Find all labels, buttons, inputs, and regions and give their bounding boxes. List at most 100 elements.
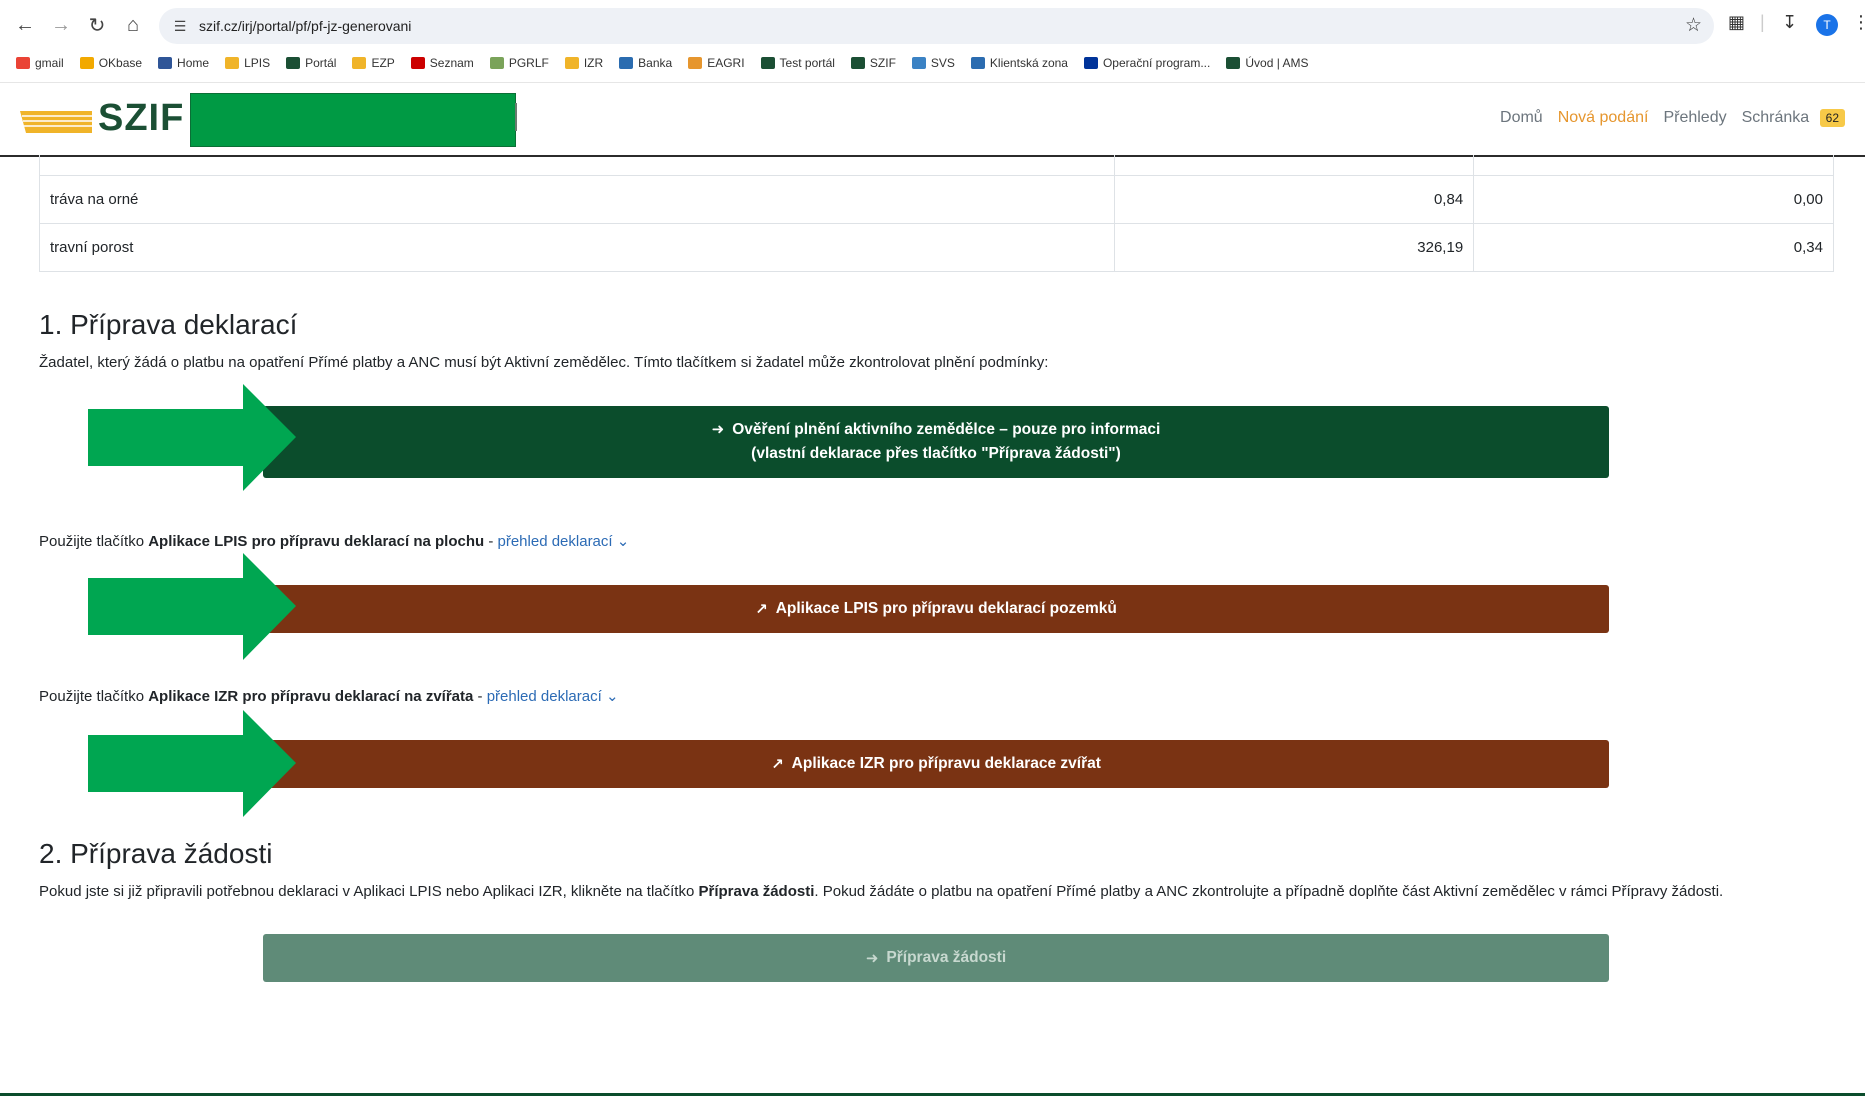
application-instruction-bold: Příprava žádosti [698,883,815,900]
izr-button-label: Aplikace IZR pro přípravu deklarace zvíř… [791,755,1101,772]
bookmark-star-icon[interactable]: ☆ [1685,14,1702,37]
arrow-pointer-icon [88,553,296,660]
table-row: tráva na orné 0,84 0,00 [38,175,1834,224]
inbox-count-badge: 62 [1819,109,1845,127]
extensions-icon[interactable]: ▦ [1728,12,1745,33]
back-icon[interactable]: ← [10,10,40,40]
menu-item-home[interactable]: Domů [1500,109,1543,127]
bookmark-label: gmail [35,56,64,70]
table-row: travní porost 326,19 0,34 [38,223,1834,272]
bookmark-item[interactable]: IZR [564,56,604,70]
lpis-instruction-text: Použijte tlačítko [39,533,149,550]
sign-in-icon: ➜ [711,421,725,438]
chevron-down-icon: ⌄ [605,688,619,705]
lpis-overview-link[interactable]: přehled deklarací ⌄ [498,533,630,550]
menu-item-inbox[interactable]: Schránka 62 [1742,109,1845,127]
bookmark-item[interactable]: Home [158,56,209,70]
bookmark-label: Banka [638,56,673,70]
bookmark-favicon-icon [970,57,985,69]
bookmark-label: Test portál [779,56,835,70]
bookmark-item[interactable]: Portál [286,56,336,70]
application-instruction: Pokud jste si již připravili potřebnou d… [39,883,1723,900]
lpis-button-label: Aplikace LPIS pro přípravu deklarací poz… [775,600,1117,617]
menu-item-overviews[interactable]: Přehledy [1663,109,1726,127]
bookmark-favicon-icon [158,57,173,69]
logo-text[interactable]: SZIF [98,97,184,140]
bookmark-item[interactable]: gmail [16,56,64,70]
inbox-label: Schránka [1741,109,1810,126]
section-title-application: 2. Příprava žádosti [39,838,273,869]
izr-overview-link[interactable]: přehled deklarací ⌄ [487,688,619,705]
bookmark-item[interactable]: OKbase [79,56,143,70]
url-text: szif.cz/irj/portal/pf/pf-jz-generovani [199,18,412,34]
izr-app-button[interactable]: ↗ Aplikace IZR pro přípravu deklarace zví… [263,740,1609,788]
verify-button-line1: Ověření plnění aktivního zemědělce – pou… [732,421,1161,438]
bookmark-item[interactable]: PGRLF [489,56,549,70]
chevron-down-icon: ⌄ [616,533,630,550]
profile-avatar[interactable]: T [1816,14,1838,36]
bookmark-favicon-icon [760,57,775,69]
bookmark-item[interactable]: SVS [911,56,955,70]
bookmark-favicon-icon [352,57,367,69]
bookmark-item[interactable]: LPIS [225,56,270,70]
bookmark-label: EZP [371,56,395,70]
bookmark-favicon-icon [489,57,504,69]
bookmark-item[interactable]: EAGRI [688,56,745,70]
bookmark-label: PGRLF [508,56,549,70]
bookmark-favicon-icon [911,57,926,69]
bookmark-favicon-icon [850,57,865,69]
home-icon[interactable]: ⌂ [118,10,148,40]
separator: - [473,688,487,705]
download-icon[interactable]: ↧ [1782,12,1797,33]
bookmark-favicon-icon [286,57,301,69]
lpis-instruction: Použijte tlačítko Aplikace LPIS pro příp… [39,532,629,550]
divider [515,103,517,131]
bookmark-favicon-icon [619,57,634,69]
bookmark-item[interactable]: Seznam [410,56,474,70]
external-link-icon: ↗ [771,756,784,773]
izr-instruction-text: Použijte tlačítko [39,688,149,705]
section-intro: Žadatel, který žádá o platbu na opatření… [39,354,1049,371]
bookmark-label: OKbase [98,56,143,70]
bookmark-item[interactable]: Test portál [760,56,835,70]
bookmark-item[interactable]: Banka [619,56,672,70]
bookmark-favicon-icon [79,57,94,69]
arrow-pointer-icon [88,384,296,491]
izr-instruction: Použijte tlačítko Aplikace IZR pro přípr… [39,687,619,705]
bookmark-item[interactable]: Úvod | AMS [1226,56,1309,70]
bookmark-item[interactable]: Klientská zona [970,56,1068,70]
bookmark-label: SVS [930,56,955,70]
szif-logo-icon [20,111,92,133]
bookmark-label: LPIS [244,56,271,70]
redacted-area [190,93,516,147]
reload-icon[interactable]: ↻ [82,10,112,40]
lpis-app-button[interactable]: ↗ Aplikace LPIS pro přípravu deklarací po… [263,585,1609,633]
divider: | [1760,12,1765,32]
forward-icon[interactable]: → [46,10,76,40]
menu-item-new-submissions[interactable]: Nová podání [1558,109,1649,127]
lpis-overview-link-label: přehled deklarací [497,533,613,550]
bookmark-favicon-icon [410,57,425,69]
separator: - [484,533,498,550]
main-menu: Domů Nová podání Přehledy Schránka 62 [1485,109,1845,127]
bookmark-favicon-icon [688,57,703,69]
bookmark-item[interactable]: Operační program... [1083,56,1211,70]
address-bar[interactable]: ☰ szif.cz/irj/portal/pf/pf-jz-generovani… [159,8,1714,44]
app-header: SZIF Domů Nová podání Přehledy Schránka … [0,83,1865,157]
bookmark-item[interactable]: EZP [352,56,395,70]
bookmark-item[interactable]: SZIF [850,56,896,70]
table-row [38,155,1834,176]
bookmark-label: IZR [583,56,604,70]
application-instruction-text: Pokud jste si již připravili potřebnou d… [39,883,699,900]
bookmark-label: Operační program... [1102,56,1211,70]
table-cell-value: 0,34 [1473,223,1834,272]
verify-active-farmer-button[interactable]: ➜ Ověření plnění aktivního zemědělce – po… [263,406,1609,478]
bookmark-label: SZIF [869,56,896,70]
arrow-pointer-icon [88,710,296,817]
bookmark-label: EAGRI [707,56,745,70]
verify-button-line2: (vlastní deklarace přes tlačítko "Přípra… [751,445,1121,462]
browser-menu-icon[interactable]: ⋮ [1852,12,1865,33]
prepare-application-button[interactable]: ➜ Příprava žádosti [263,934,1609,982]
site-info-icon[interactable]: ☰ [165,18,195,35]
izr-overview-link-label: přehled deklarací [486,688,602,705]
